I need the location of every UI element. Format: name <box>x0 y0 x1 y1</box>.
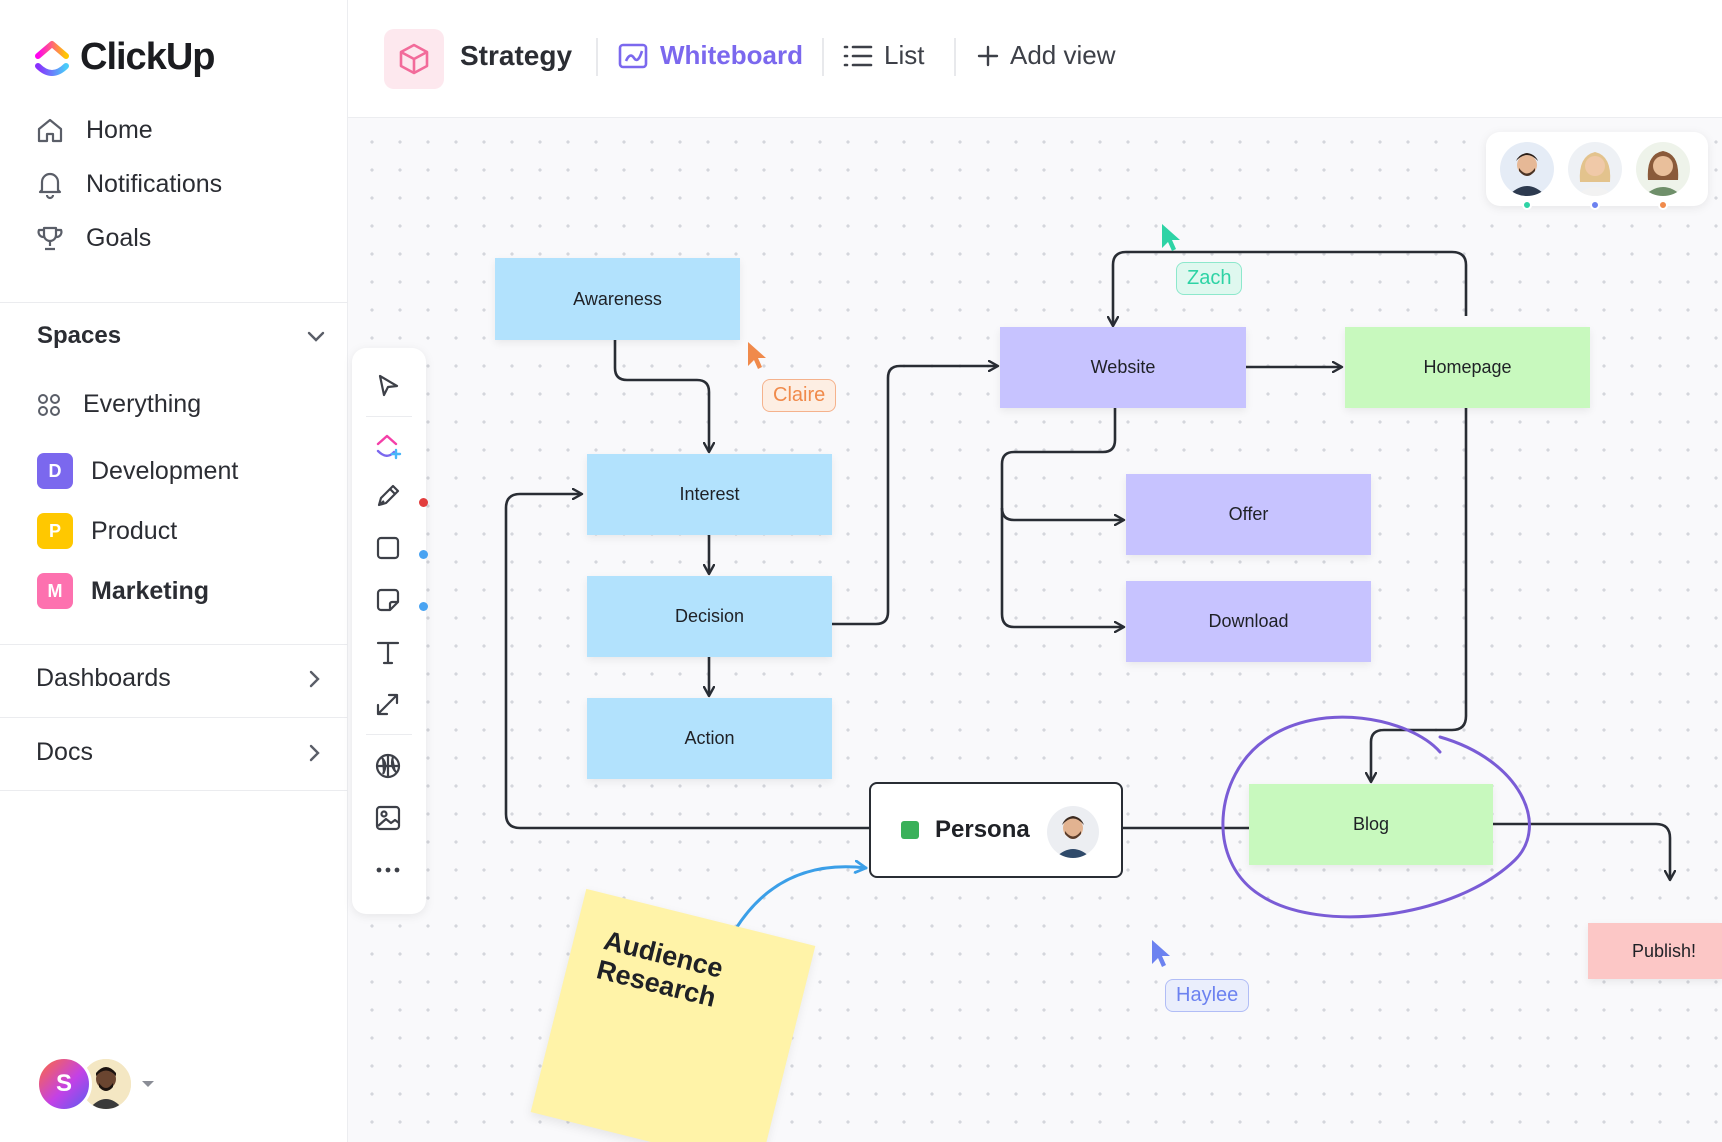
image-icon <box>375 805 401 831</box>
collaborator-avatar[interactable] <box>1636 142 1690 196</box>
select-tool[interactable] <box>370 368 406 404</box>
node-publish[interactable]: Publish! <box>1588 923 1722 979</box>
arrow-blog-publish <box>1493 822 1670 880</box>
node-decision[interactable]: Decision <box>587 576 832 657</box>
text-tool[interactable] <box>370 634 406 670</box>
image-tool[interactable] <box>370 800 406 836</box>
arrow-homepage-blog <box>1371 408 1468 782</box>
arrow-decision-website <box>832 366 998 626</box>
clickup-task-icon <box>376 434 402 460</box>
create-task-tool[interactable] <box>370 428 406 464</box>
color-dot <box>419 498 428 507</box>
globe-icon <box>375 753 401 779</box>
square-icon <box>376 536 400 560</box>
sticky-note-tool[interactable] <box>370 582 406 618</box>
node-blog[interactable]: Blog <box>1249 784 1493 865</box>
presence-dot <box>1522 200 1532 210</box>
divider <box>366 734 412 735</box>
color-dot <box>419 550 428 559</box>
arrow-loop-website <box>1113 250 1468 326</box>
persona-avatar <box>1047 806 1099 858</box>
connector-tool[interactable] <box>370 686 406 722</box>
cursor-haylee-icon <box>1152 940 1170 967</box>
presence-dot <box>1658 200 1668 210</box>
persona-card[interactable]: Persona <box>869 782 1123 878</box>
node-action[interactable]: Action <box>587 698 832 779</box>
connector-layer <box>504 250 1722 932</box>
cursor-label-zach: Zach <box>1176 262 1243 295</box>
node-interest[interactable]: Interest <box>587 454 832 535</box>
collaborators-panel[interactable] <box>1486 132 1708 210</box>
arrow-awareness-interest <box>613 340 709 452</box>
status-square <box>901 821 919 839</box>
text-icon <box>376 641 400 665</box>
sticky-note-icon <box>376 588 400 612</box>
node-website[interactable]: Website <box>1000 327 1246 408</box>
cursor-zach-icon <box>1162 224 1180 251</box>
divider <box>366 416 412 417</box>
node-offer[interactable]: Offer <box>1126 474 1371 555</box>
color-dot <box>419 602 428 611</box>
shape-tool[interactable] <box>370 530 406 566</box>
pointer-icon <box>378 374 399 397</box>
whiteboard-toolbar <box>352 348 428 914</box>
more-icon <box>376 867 400 873</box>
cursor-label-haylee: Haylee <box>1165 979 1250 1012</box>
connector-icon <box>376 693 399 716</box>
presence-dot <box>1590 200 1600 210</box>
web-embed-tool[interactable] <box>370 748 406 784</box>
collaborator-avatar[interactable] <box>1568 142 1622 196</box>
cursor-claire-icon <box>748 342 766 369</box>
arrow-website-download <box>1000 508 1124 627</box>
node-homepage[interactable]: Homepage <box>1345 327 1590 408</box>
pen-icon <box>377 484 400 507</box>
persona-label: Persona <box>935 816 1030 843</box>
node-awareness[interactable]: Awareness <box>495 258 740 340</box>
more-tools-button[interactable] <box>370 852 406 888</box>
pen-tool[interactable] <box>370 478 406 514</box>
arrow-website-offer <box>1000 408 1124 520</box>
cursor-label-claire: Claire <box>762 379 837 412</box>
user-avatar: S <box>36 1056 92 1112</box>
arrow-sticky-persona <box>733 867 868 932</box>
collaborator-avatar[interactable] <box>1500 142 1554 196</box>
node-download[interactable]: Download <box>1126 581 1371 662</box>
